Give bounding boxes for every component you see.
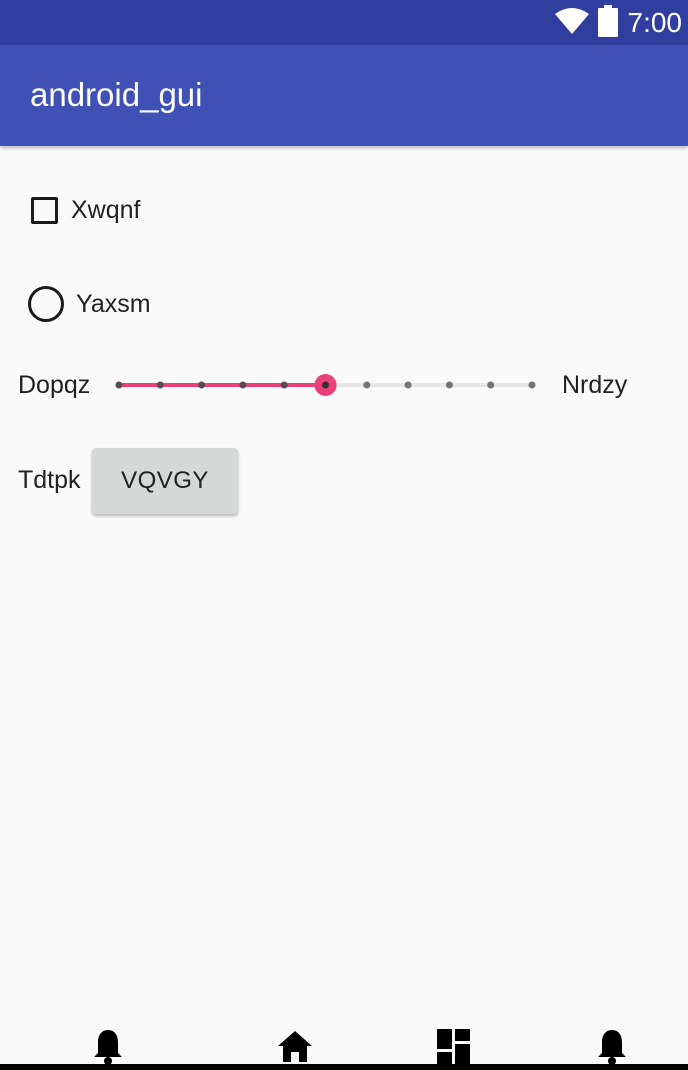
seekbar-tick — [487, 381, 495, 389]
status-bar: 7:00 — [0, 0, 688, 45]
seekbar-tick — [445, 381, 453, 389]
seekbar[interactable] — [100, 364, 550, 406]
status-icons: 7:00 — [554, 4, 683, 42]
seekbar-row: Dopqz Nrdzy — [0, 364, 688, 406]
bell-icon[interactable] — [592, 1026, 632, 1066]
bell-icon[interactable] — [88, 1026, 128, 1066]
bottom-nav — [0, 1020, 688, 1070]
app-bar: android_gui — [0, 45, 688, 146]
seekbar-tick — [404, 381, 412, 389]
seekbar-label-left: Dopqz — [18, 371, 91, 399]
checkbox-box[interactable] — [31, 196, 58, 224]
radio-yaxsm[interactable]: Yaxsm — [28, 284, 151, 324]
seekbar-tick — [115, 381, 123, 389]
dashboard-icon[interactable] — [434, 1026, 474, 1066]
radio-circle[interactable] — [28, 286, 64, 322]
seekbar-tick — [280, 381, 288, 389]
button-row-label: Tdtpk — [18, 466, 81, 494]
bottom-edge — [0, 1064, 688, 1070]
seekbar-tick — [239, 381, 247, 389]
seekbar-label-right: Nrdzy — [562, 371, 628, 399]
radio-label: Yaxsm — [76, 290, 151, 318]
button-row: Tdtpk VQVGY — [0, 446, 688, 518]
seekbar-tick — [363, 381, 371, 389]
vqvgy-button[interactable]: VQVGY — [92, 448, 238, 514]
wifi-icon — [554, 7, 590, 40]
app-screen: 7:00 android_gui Xwqnf Yaxsm Dopqz Nrdzy… — [0, 0, 688, 1070]
seekbar-tick — [198, 381, 206, 389]
checkbox-xwqnf[interactable]: Xwqnf — [31, 190, 140, 230]
app-title: android_gui — [30, 76, 203, 113]
home-icon[interactable] — [275, 1026, 315, 1066]
seekbar-tick — [156, 381, 164, 389]
battery-icon — [597, 4, 618, 42]
seekbar-tick — [528, 381, 536, 389]
checkbox-label: Xwqnf — [71, 196, 141, 224]
seekbar-thumb-tick — [322, 381, 329, 389]
status-time: 7:00 — [627, 7, 683, 38]
